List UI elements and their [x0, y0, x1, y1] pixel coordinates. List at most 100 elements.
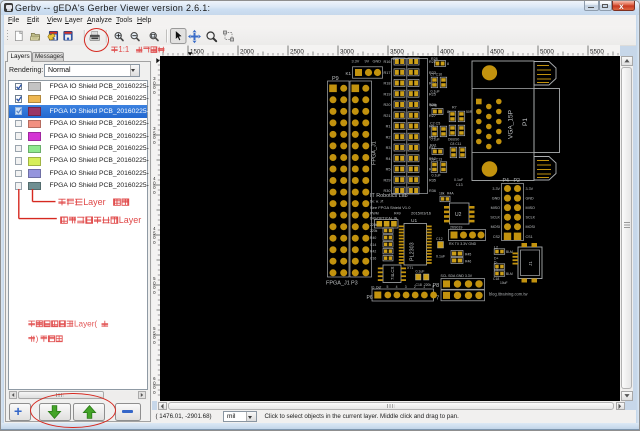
- svg-text:P6: P6: [367, 295, 373, 301]
- svg-text:SCL SDA GND 3.3V: SCL SDA GND 3.3V: [441, 274, 473, 278]
- svg-text:R5: R5: [386, 168, 391, 172]
- svg-text:0: 0: [153, 240, 156, 245]
- svg-text:R4B: R4B: [430, 104, 438, 108]
- svg-text:26S019: 26S019: [450, 226, 462, 230]
- svg-text:R36: R36: [429, 189, 436, 193]
- svg-text:0.1uF: 0.1uF: [416, 270, 425, 274]
- svg-text:0: 0: [153, 140, 156, 145]
- svg-text:4500: 4500: [490, 49, 504, 56]
- svg-text:J1: J1: [528, 261, 533, 266]
- svg-text:5: 5: [387, 285, 389, 289]
- svg-text:0: 0: [153, 340, 156, 345]
- svg-text:P2: P2: [514, 178, 520, 184]
- svg-text:C18: C18: [416, 283, 422, 287]
- svg-text:R49: R49: [394, 212, 401, 216]
- svg-text:DIG/OPTICAL IN: DIG/OPTICAL IN: [370, 217, 398, 221]
- svg-text:5000: 5000: [540, 49, 554, 56]
- svg-text:8: 8: [447, 110, 449, 114]
- svg-text:0.1uF: 0.1uF: [432, 174, 442, 178]
- svg-text:De: w. ://t: De: w. ://t: [370, 200, 383, 204]
- svg-text:R19: R19: [384, 92, 391, 96]
- svg-text:R18: R18: [384, 82, 391, 86]
- svg-text:MISO: MISO: [526, 206, 536, 210]
- svg-text:GND: GND: [526, 197, 535, 201]
- svg-text:R29: R29: [384, 178, 391, 182]
- svg-text:FPGA_J1: FPGA_J1: [326, 281, 350, 287]
- svg-text:4: 4: [396, 285, 398, 289]
- svg-text:GND: GND: [373, 60, 382, 64]
- svg-text:R16: R16: [384, 60, 391, 64]
- svg-text:BLM: BLM: [506, 272, 513, 276]
- svg-text:C12: C12: [436, 237, 443, 241]
- svg-text:DBUS0: DBUS0: [448, 138, 459, 142]
- svg-text:PL2303: PL2303: [410, 242, 416, 261]
- svg-text:R1: R1: [386, 125, 391, 129]
- svg-text:PWM: PWM: [370, 212, 379, 216]
- svg-text:Layer(: Layer(: [74, 319, 97, 328]
- svg-text:0.1uF: 0.1uF: [436, 255, 446, 259]
- svg-text:R41: R41: [430, 144, 437, 148]
- svg-text:R4: R4: [386, 157, 391, 161]
- svg-text:P3: P3: [351, 281, 358, 287]
- svg-text:9V: 9V: [365, 60, 370, 64]
- svg-text:P4: P4: [503, 178, 509, 184]
- svg-text:U1: U1: [411, 218, 417, 224]
- svg-text:C2 C5: C2 C5: [430, 122, 440, 126]
- svg-text:1:1: 1:1: [118, 45, 129, 54]
- svg-text:220k: 220k: [370, 229, 378, 233]
- svg-text:RX TX 3.3V GND: RX TX 3.3V GND: [449, 242, 477, 246]
- svg-text:2000: 2000: [240, 49, 254, 56]
- svg-text:C7 C10: C7 C10: [430, 73, 442, 77]
- svg-text:R4A: R4A: [447, 192, 454, 196]
- svg-text:): ): [36, 334, 39, 343]
- svg-text:0.1uF: 0.1uF: [454, 178, 464, 182]
- svg-text:VGA_15P: VGA_15P: [508, 110, 515, 139]
- svg-text:SCLK: SCLK: [490, 216, 500, 220]
- svg-text:SCLK: SCLK: [526, 216, 536, 220]
- svg-text:3.3V: 3.3V: [352, 60, 360, 64]
- svg-text:220k: 220k: [424, 283, 431, 287]
- svg-text:blog.ittraining.com.tw: blog.ittraining.com.tw: [489, 292, 527, 297]
- svg-text:R42: R42: [370, 250, 376, 254]
- svg-text:P9: P9: [332, 76, 339, 82]
- svg-text:C8 C11: C8 C11: [450, 142, 461, 146]
- svg-text:R2: R2: [386, 135, 391, 139]
- svg-text:CS1: CS1: [526, 235, 533, 239]
- svg-text:R46: R46: [465, 260, 471, 264]
- svg-text:C18: C18: [493, 277, 499, 281]
- svg-text:3500: 3500: [390, 49, 404, 56]
- svg-text:220: 220: [393, 57, 399, 61]
- svg-text:CS2: CS2: [493, 235, 500, 239]
- svg-text:0.1uF: 0.1uF: [431, 138, 441, 142]
- svg-text:U2: U2: [455, 212, 462, 218]
- svg-text:0.1uF: 0.1uF: [431, 90, 441, 94]
- svg-text:1500: 1500: [190, 49, 204, 56]
- svg-text:3.3V: 3.3V: [526, 187, 534, 191]
- svg-text:K1: K1: [346, 71, 352, 76]
- svg-text:MOSI: MOSI: [526, 225, 535, 229]
- svg-text:R3: R3: [386, 146, 391, 150]
- svg-text:MISO: MISO: [491, 206, 501, 210]
- svg-text:R45: R45: [465, 253, 471, 257]
- svg-text:4000: 4000: [440, 49, 454, 56]
- svg-text:8: 8: [447, 62, 449, 66]
- svg-text:5500: 5500: [590, 49, 604, 56]
- svg-text:C14: C14: [370, 243, 376, 247]
- svg-text:Layer: Layer: [83, 197, 105, 207]
- svg-text:3000: 3000: [340, 49, 354, 56]
- svg-text:C16: C16: [370, 257, 376, 261]
- svg-text:2: 2: [414, 285, 416, 289]
- svg-text:220k: 220k: [370, 223, 378, 227]
- svg-text:0: 0: [153, 90, 156, 95]
- svg-text:Layer: Layer: [119, 215, 141, 225]
- svg-text:L2: L2: [494, 246, 498, 250]
- svg-text:R40: R40: [370, 236, 376, 240]
- svg-text:R35: R35: [429, 178, 436, 182]
- svg-text:C13: C13: [456, 183, 463, 187]
- svg-text:P1: P1: [522, 118, 529, 126]
- svg-text:10uF: 10uF: [500, 281, 508, 285]
- svg-text:0: 0: [153, 190, 156, 195]
- svg-text:L1: L1: [494, 268, 498, 272]
- svg-text:C9 C13: C9 C13: [430, 158, 442, 162]
- svg-text:0: 0: [153, 290, 156, 295]
